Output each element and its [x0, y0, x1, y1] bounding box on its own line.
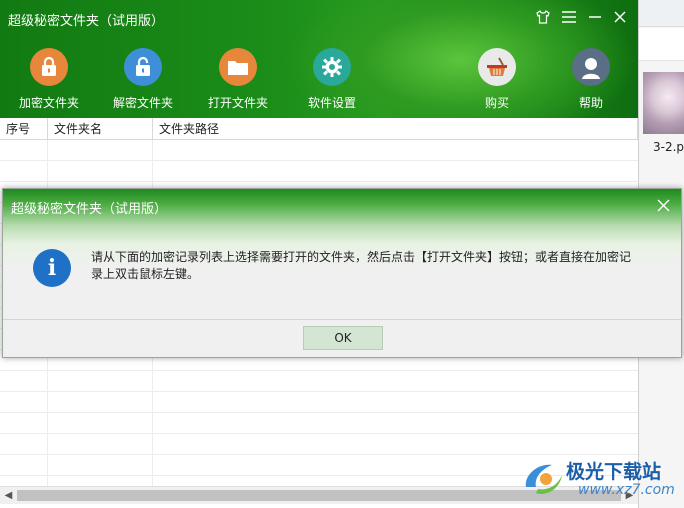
watermark-url: www.xz7.com: [578, 482, 675, 498]
file-thumbnail-label[interactable]: 3-2.p: [653, 140, 684, 154]
dialog-message: 请从下面的加密记录列表上选择需要打开的文件夹，然后点击【打开文件夹】按钮；或者直…: [91, 250, 632, 281]
table-row[interactable]: [0, 392, 638, 413]
table-row[interactable]: [0, 161, 638, 182]
dialog-separator: [3, 319, 681, 320]
skin-icon[interactable]: [532, 6, 554, 28]
column-header-folder-path[interactable]: 文件夹路径: [153, 118, 638, 140]
decrypt-folder-label: 解密文件夹: [112, 96, 173, 110]
table-row[interactable]: [0, 140, 638, 161]
background-window-tabbar: [639, 0, 684, 27]
software-settings-label: 软件设置: [307, 96, 356, 110]
folder-icon: [219, 48, 257, 86]
scroll-left-icon[interactable]: ◀: [0, 487, 17, 504]
ok-button[interactable]: OK: [303, 326, 383, 350]
table-row[interactable]: [0, 413, 638, 434]
minimize-icon[interactable]: [584, 6, 606, 28]
open-folder-button[interactable]: 打开文件夹: [198, 48, 278, 111]
encrypt-folder-button[interactable]: 加密文件夹: [9, 48, 89, 111]
header-banner: 超级秘密文件夹（试用版） 加密文件夹 解密文件夹 打开文件夹 软件设置 购买 帮…: [0, 0, 638, 118]
software-settings-button[interactable]: 软件设置: [292, 48, 372, 111]
help-button[interactable]: 帮助: [551, 48, 631, 111]
window-title: 超级秘密文件夹（试用版）: [8, 14, 165, 29]
info-icon: i: [33, 249, 71, 287]
help-label: 帮助: [578, 96, 603, 110]
column-header-index[interactable]: 序号: [0, 118, 48, 140]
user-help-icon: [572, 48, 610, 86]
background-window-toolbar: [639, 28, 684, 61]
dialog-title: 超级秘密文件夹（试用版）: [11, 202, 168, 217]
decrypt-folder-button[interactable]: 解密文件夹: [103, 48, 183, 111]
lock-open-icon: [124, 48, 162, 86]
file-thumbnail[interactable]: [643, 72, 684, 134]
watermark-text: 极光下载站: [566, 461, 662, 483]
purchase-button[interactable]: 购买: [457, 48, 537, 111]
lock-closed-icon: [30, 48, 68, 86]
table-row[interactable]: [0, 371, 638, 392]
watermark: 极光下载站 www.xz7.com: [520, 455, 684, 505]
basket-icon: [478, 48, 516, 86]
purchase-label: 购买: [484, 96, 509, 110]
dialog-close-icon[interactable]: [653, 195, 673, 215]
menu-icon[interactable]: [558, 6, 580, 28]
open-folder-label: 打开文件夹: [207, 96, 268, 110]
close-icon[interactable]: [609, 6, 631, 28]
watermark-logo-icon: [525, 464, 562, 495]
encrypt-folder-label: 加密文件夹: [18, 96, 79, 110]
gear-icon: [313, 48, 351, 86]
column-header-folder-name[interactable]: 文件夹名: [48, 118, 153, 140]
table-row[interactable]: [0, 434, 638, 455]
info-dialog: 超级秘密文件夹（试用版） i 请从下面的加密记录列表上选择需要打开的文件夹，然后…: [2, 188, 682, 358]
